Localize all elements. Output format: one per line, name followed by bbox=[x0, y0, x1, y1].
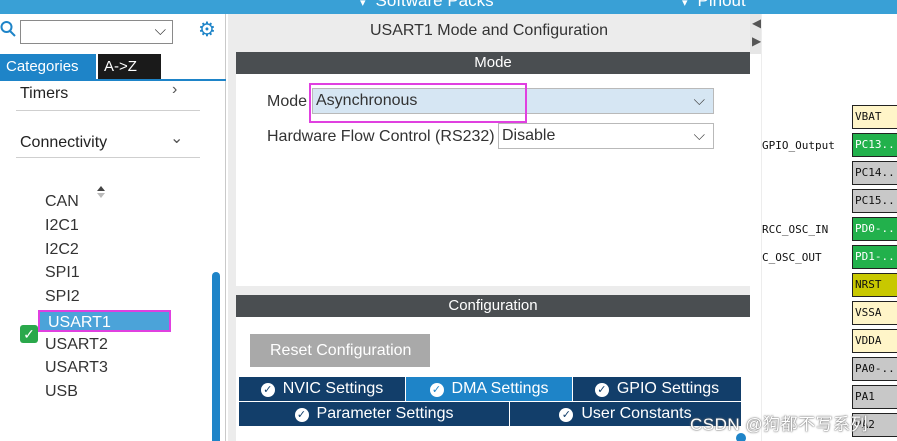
pin-pd1[interactable]: PD1-.. bbox=[852, 245, 897, 269]
configuration-section: Reset Configuration ✓ NVIC Settings ✓ DMA … bbox=[236, 317, 750, 441]
pin-pc13[interactable]: PC13.. bbox=[852, 133, 897, 157]
tab-label: GPIO Settings bbox=[616, 380, 720, 397]
caret-down-icon: ▾ bbox=[682, 0, 688, 9]
chevron-down-icon[interactable]: ⌵ bbox=[155, 22, 166, 39]
panel-title: USART1 Mode and Configuration bbox=[369, 22, 609, 39]
peripheral-item-usb[interactable]: USB bbox=[45, 381, 78, 403]
check-circle-icon: ✓ bbox=[594, 383, 609, 397]
top-banner: ▾ Software Packs ▾ Pinout bbox=[0, 0, 897, 14]
check-circle-icon: ✓ bbox=[429, 383, 444, 397]
flow-control-label: Hardware Flow Control (RS232) bbox=[267, 128, 495, 145]
chevron-right-icon[interactable]: › bbox=[172, 81, 177, 99]
gear-icon[interactable]: ⚙ bbox=[196, 19, 218, 41]
flow-control-value: Disable bbox=[502, 127, 556, 144]
tab-label: Parameter Settings bbox=[316, 405, 454, 422]
peripheral-item-spi1[interactable]: SPI1 bbox=[45, 262, 80, 284]
mode-section-header: Mode bbox=[236, 52, 750, 74]
mode-configuration-panel: USART1 Mode and Configuration Mode Mode … bbox=[228, 14, 750, 441]
chevron-down-icon[interactable]: ⌵ bbox=[694, 89, 705, 113]
mode-section: Mode Asynchronous ⌵ Hardware Flow Contro… bbox=[236, 74, 750, 286]
pin-pa0[interactable]: PA0-.. bbox=[852, 357, 897, 381]
pin-nrst[interactable]: NRST bbox=[852, 273, 897, 297]
pin-pc15[interactable]: PC15.. bbox=[852, 189, 897, 213]
arrow-left-icon[interactable]: ◀ bbox=[752, 16, 761, 30]
arrow-right-icon[interactable]: ▶ bbox=[752, 34, 761, 48]
signal-label-rcc-osc-out: C_OSC_OUT bbox=[762, 251, 822, 264]
software-packs-label: Software Packs bbox=[375, 0, 494, 10]
sidebar-scrollbar[interactable] bbox=[212, 272, 220, 441]
pin-vssa[interactable]: VSSA bbox=[852, 301, 897, 325]
peripheral-item-usart1[interactable]: USART1 bbox=[38, 310, 171, 332]
pinout-label: Pinout bbox=[697, 0, 746, 10]
tab-label: NVIC Settings bbox=[282, 380, 384, 397]
peripheral-item-usart3[interactable]: USART3 bbox=[45, 357, 108, 379]
signal-label-gpio-output: GPIO_Output bbox=[762, 139, 835, 152]
watermark: CSDN @狗都不写系列 bbox=[690, 415, 869, 434]
tab-nvic-settings[interactable]: ✓ NVIC Settings bbox=[239, 377, 406, 401]
search-icon[interactable] bbox=[0, 20, 18, 40]
search-input[interactable]: ⌵ bbox=[20, 20, 173, 44]
tab-label: User Constants bbox=[581, 405, 692, 422]
chevron-down-icon[interactable]: ⌵ bbox=[694, 124, 705, 148]
tab-parameter-settings[interactable]: ✓ Parameter Settings bbox=[239, 402, 510, 426]
group-timers[interactable]: Timers bbox=[20, 85, 68, 103]
peripheral-item-i2c1[interactable]: I2C1 bbox=[45, 215, 79, 237]
check-icon: ✓ bbox=[20, 325, 38, 343]
software-packs-menu[interactable]: ▾ Software Packs bbox=[360, 0, 494, 11]
pin-pa1[interactable]: PA1 bbox=[852, 385, 897, 409]
check-circle-icon: ✓ bbox=[260, 383, 275, 397]
mode-highlight-box bbox=[309, 83, 527, 123]
tab-categories[interactable]: Categories bbox=[0, 54, 96, 79]
sort-icon[interactable] bbox=[96, 186, 106, 201]
pin-pc14[interactable]: PC14.. bbox=[852, 161, 897, 185]
reset-configuration-button[interactable]: Reset Configuration bbox=[250, 334, 430, 367]
pin-pd0[interactable]: PD0-.. bbox=[852, 217, 897, 241]
check-circle-icon: ✓ bbox=[294, 408, 309, 422]
stm32cubemx-window: ▾ Software Packs ▾ Pinout ⌵ ⚙ Categories A… bbox=[0, 0, 897, 441]
pin-vbat[interactable]: VBAT bbox=[852, 105, 897, 129]
tab-gpio-settings[interactable]: ✓ GPIO Settings bbox=[573, 377, 742, 401]
caret-down-icon: ▾ bbox=[360, 0, 366, 9]
check-circle-icon: ✓ bbox=[559, 408, 574, 422]
flow-control-select[interactable]: Disable ⌵ bbox=[498, 123, 714, 149]
peripheral-item-spi2[interactable]: SPI2 bbox=[45, 286, 80, 308]
configuration-section-header: Configuration bbox=[236, 295, 750, 317]
categories-sidebar: ⌵ ⚙ Categories A->Z Timers › Connectivit… bbox=[0, 14, 226, 441]
pinout-view: GPIO_Output RCC_OSC_IN C_OSC_OUT VBAT PC… bbox=[762, 14, 897, 441]
divider bbox=[16, 157, 200, 158]
tab-underline bbox=[0, 79, 226, 81]
chevron-down-icon[interactable]: ⌄ bbox=[170, 128, 183, 148]
pinout-menu[interactable]: ▾ Pinout bbox=[682, 0, 746, 11]
peripheral-item-usart2[interactable]: USART2 bbox=[45, 334, 108, 356]
tab-label: DMA Settings bbox=[451, 380, 549, 397]
pin-vdda[interactable]: VDDA bbox=[852, 329, 897, 353]
signal-label-rcc-osc-in: RCC_OSC_IN bbox=[762, 223, 829, 236]
group-connectivity[interactable]: Connectivity bbox=[20, 134, 107, 152]
mode-label: Mode bbox=[267, 93, 308, 110]
divider bbox=[16, 110, 200, 111]
tab-a-z[interactable]: A->Z bbox=[98, 54, 161, 79]
peripheral-item-can[interactable]: CAN bbox=[45, 191, 79, 213]
peripheral-item-i2c2[interactable]: I2C2 bbox=[45, 239, 79, 261]
tab-dma-settings[interactable]: ✓ DMA Settings bbox=[406, 377, 573, 401]
